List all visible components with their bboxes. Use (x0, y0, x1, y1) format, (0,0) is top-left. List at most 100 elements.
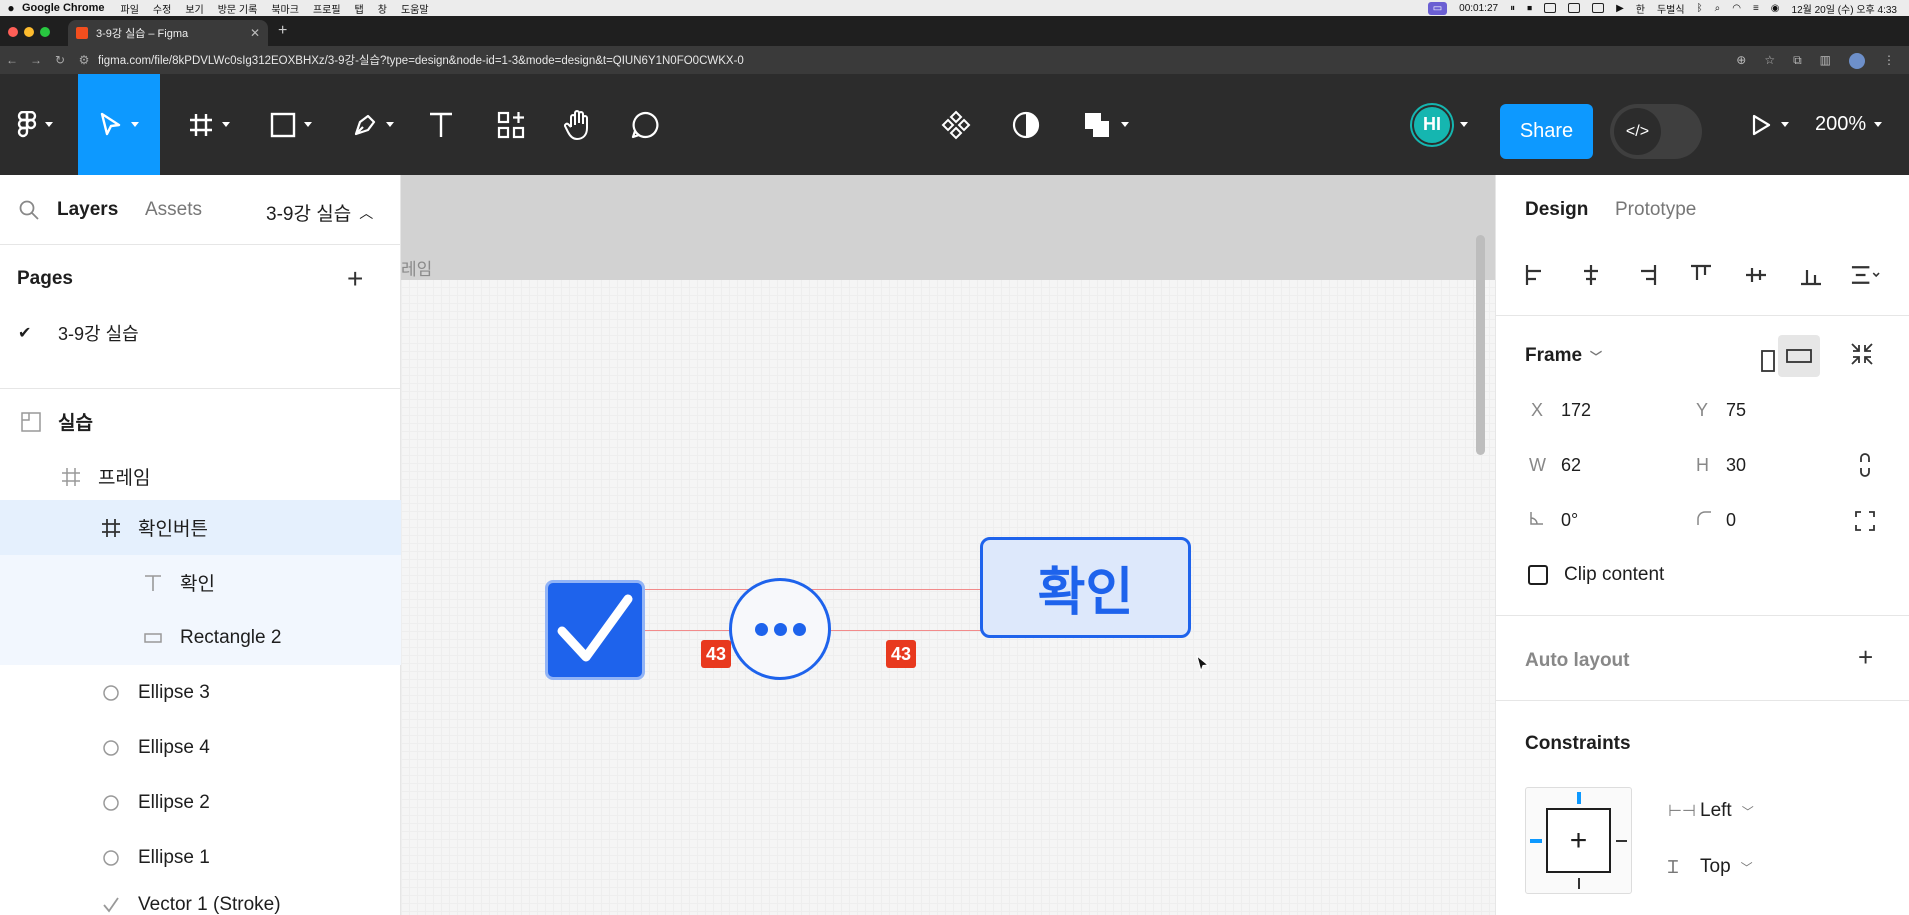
screen-share-icon[interactable]: ▭ (1427, 1, 1448, 15)
x-position-field[interactable]: X 172 (1531, 400, 1591, 421)
menu-file[interactable]: 파일 (121, 1, 139, 16)
menu-window[interactable]: 창 (378, 1, 387, 16)
close-window-button[interactable] (8, 27, 18, 37)
cloud-icon[interactable] (1544, 3, 1557, 13)
zoom-menu[interactable]: 200% (1815, 74, 1883, 175)
page-item[interactable]: ✔ 3-9강 실습 (0, 313, 401, 353)
resources-tool-button[interactable] (494, 74, 528, 175)
tab-layers[interactable]: Layers (57, 199, 118, 221)
pen-tool-button[interactable] (344, 74, 402, 175)
constraint-right-marker[interactable] (1616, 840, 1627, 842)
vertical-constraint-select[interactable]: Ɪ Top ﹀ (1668, 855, 1753, 879)
more-menu-icon[interactable]: ⋮ (1883, 53, 1895, 69)
wifi-icon[interactable]: ◠ (1732, 3, 1741, 14)
layer-row[interactable]: Ellipse 2 (0, 775, 401, 830)
constraint-top-marker[interactable] (1577, 792, 1581, 804)
multiplayer-avatar[interactable]: HI (1406, 74, 1474, 175)
input-method-icon[interactable]: 한 (1636, 1, 1645, 16)
play-circle-icon[interactable]: ▶ (1616, 3, 1624, 14)
components-button[interactable] (940, 74, 972, 175)
menu-history[interactable]: 방문 기록 (218, 1, 258, 16)
align-right-icon[interactable] (1630, 259, 1661, 290)
layer-row[interactable]: 실습 (0, 394, 401, 449)
dev-mode-toggle[interactable]: </> (1610, 104, 1702, 159)
forward-icon[interactable]: → (24, 53, 48, 67)
add-auto-layout-icon[interactable]: + (1858, 642, 1873, 673)
control-center-icon[interactable]: ≡ (1753, 3, 1759, 14)
layer-row[interactable]: Vector 1 (Stroke) (0, 885, 401, 915)
layer-row[interactable]: Rectangle 2 (0, 610, 401, 665)
search-icon[interactable] (18, 199, 40, 226)
rotation-field[interactable]: 0° (1529, 510, 1578, 531)
pause-icon[interactable]: ⏸ (1510, 3, 1515, 14)
distribute-menu-icon[interactable] (1850, 259, 1881, 290)
comment-tool-button[interactable] (628, 74, 662, 175)
frame-type-dropdown[interactable]: Frame ﹀ (1525, 345, 1602, 367)
share-button[interactable]: Share (1500, 104, 1593, 159)
url-field[interactable]: figma.com/file/8kPDVLWc0sIg312EOXBHXz/3-… (98, 52, 744, 68)
constraint-center-plus-icon[interactable]: + (1546, 808, 1611, 873)
clip-content-checkbox[interactable]: Clip content (1528, 564, 1664, 586)
resize-to-fit-icon[interactable] (1849, 341, 1875, 372)
check-icon-box[interactable] (545, 580, 645, 680)
constraint-left-marker[interactable] (1530, 839, 1542, 843)
bookmark-star-icon[interactable]: ☆ (1764, 53, 1775, 69)
clock[interactable]: 12월 20일 (수) 오후 4:33 (1792, 1, 1897, 16)
frame-tool-button[interactable] (180, 74, 238, 175)
tab-prototype[interactable]: Prototype (1615, 199, 1696, 221)
tab-design[interactable]: Design (1525, 199, 1588, 221)
layer-row[interactable]: 확인 (0, 555, 401, 610)
hand-tool-button[interactable] (560, 74, 596, 175)
text-tool-button[interactable] (425, 74, 457, 175)
menu-profile[interactable]: 프로필 (313, 1, 341, 16)
bluetooth-icon[interactable]: ᛒ (1697, 3, 1703, 14)
menu-view[interactable]: 보기 (185, 1, 203, 16)
canvas-scrollbar[interactable] (1476, 235, 1485, 455)
layer-row-selected[interactable]: 확인버튼 (0, 500, 401, 555)
landscape-orientation-icon[interactable] (1778, 335, 1820, 377)
menu-tab[interactable]: 탭 (355, 1, 364, 16)
move-tool-button[interactable] (78, 74, 160, 175)
siri-icon[interactable]: ◉ (1771, 3, 1780, 14)
side-panel-icon[interactable]: ▥ (1820, 53, 1831, 69)
site-info-icon[interactable]: ⚙ (72, 53, 96, 67)
height-field[interactable]: H 30 (1696, 455, 1746, 476)
align-top-icon[interactable] (1685, 259, 1716, 290)
align-left-icon[interactable] (1520, 259, 1551, 290)
extensions-icon[interactable]: ⧉ (1793, 53, 1802, 69)
new-tab-icon[interactable]: + (278, 22, 287, 40)
zoom-lens-icon[interactable]: ⊕ (1736, 53, 1746, 69)
y-position-field[interactable]: Y 75 (1696, 400, 1746, 421)
layer-row[interactable]: Ellipse 1 (0, 830, 401, 885)
present-button[interactable] (1740, 74, 1798, 175)
apple-icon[interactable]: ● (0, 1, 22, 15)
browser-tab-figma[interactable]: 3-9강 실습 – Figma ✕ (68, 20, 268, 46)
mask-button[interactable] (1010, 74, 1042, 175)
tray-icon[interactable] (1592, 3, 1605, 13)
minimize-window-button[interactable] (24, 27, 34, 37)
constraints-widget[interactable]: + (1525, 787, 1632, 894)
frame-name-label[interactable]: 레임 (401, 255, 432, 280)
constrain-proportions-icon[interactable] (1858, 451, 1872, 484)
page-switcher[interactable]: 3-9강 실습 ︿ (266, 199, 373, 226)
more-dots-icon[interactable] (729, 578, 831, 680)
recording-timer[interactable]: 00:01:27 (1459, 3, 1498, 14)
confirm-button-frame[interactable]: 확인 (980, 537, 1191, 638)
profile-avatar[interactable] (1849, 53, 1865, 69)
stop-icon[interactable]: ⏹ (1527, 3, 1532, 14)
independent-corners-icon[interactable] (1854, 510, 1876, 537)
layer-row[interactable]: Ellipse 3 (0, 665, 401, 720)
reload-icon[interactable]: ↻ (48, 53, 72, 67)
horizontal-constraint-select[interactable]: ⊢⊣ Left ﹀ (1668, 800, 1754, 822)
align-bottom-icon[interactable] (1795, 259, 1826, 290)
layer-row[interactable]: Ellipse 4 (0, 720, 401, 775)
menu-bookmarks[interactable]: 북마크 (271, 1, 299, 16)
menu-help[interactable]: 도움말 (401, 1, 429, 16)
tab-assets[interactable]: Assets (145, 199, 202, 221)
menubar-app-name[interactable]: Google Chrome (22, 2, 105, 14)
add-page-icon[interactable]: + (347, 263, 363, 295)
shape-tool-button[interactable] (262, 74, 320, 175)
back-icon[interactable]: ← (0, 53, 24, 67)
align-vertical-center-icon[interactable] (1740, 259, 1771, 290)
boolean-ops-button[interactable] (1080, 74, 1132, 175)
